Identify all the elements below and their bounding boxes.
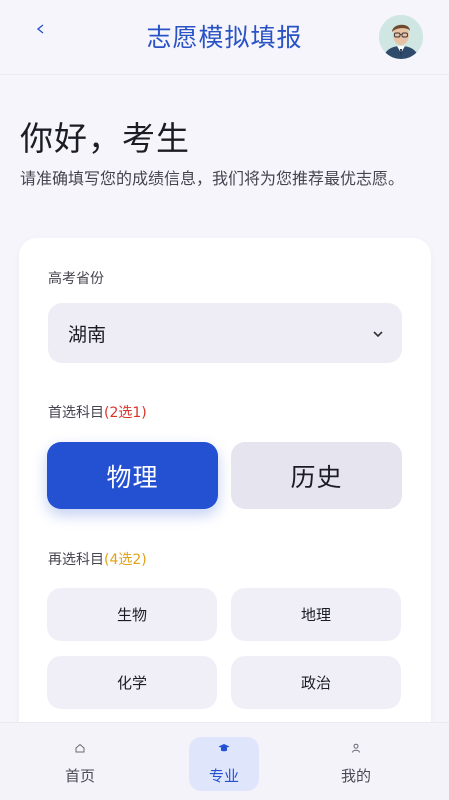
chevron-down-icon [370,325,386,341]
user-avatar-icon [379,15,423,59]
graduation-cap-icon [218,741,230,755]
avatar[interactable] [379,15,423,59]
secondary-subject-hint: (4选2) [104,552,147,568]
nav-item-profile[interactable]: 我的 [321,737,391,791]
primary-subject-label: 首选科目(2选1) [48,402,147,422]
subject-politics-button[interactable]: 政治 [231,656,401,709]
subject-history-button[interactable]: 历史 [231,442,402,509]
subject-physics-button[interactable]: 物理 [47,442,218,509]
nav-label-major: 专业 [208,767,239,785]
subject-chemistry-button[interactable]: 化学 [47,656,217,709]
province-value: 湖南 [68,323,107,346]
secondary-subject-label: 再选科目(4选2) [48,549,147,569]
nav-label-profile: 我的 [340,767,371,785]
user-icon [351,741,361,755]
province-label: 高考省份 [48,271,104,287]
app-header: 志愿模拟填报 [0,0,449,75]
greeting-title: 你好，考生 [20,119,190,158]
primary-subject-hint: (2选1) [104,405,147,421]
subject-biology-button[interactable]: 生物 [47,588,217,641]
home-icon [75,741,85,755]
bottom-nav: 首页 专业 我的 [0,722,449,800]
nav-item-major[interactable]: 专业 [189,737,259,791]
province-select[interactable]: 湖南 [48,303,402,363]
primary-subject-label-text: 首选科目 [48,405,104,421]
greeting-subtitle: 请准确填写您的成绩信息，我们将为您推荐最优志愿。 [20,169,405,188]
nav-label-home: 首页 [64,767,95,785]
subject-geography-button[interactable]: 地理 [231,588,401,641]
secondary-subject-label-text: 再选科目 [48,552,104,568]
nav-item-home[interactable]: 首页 [45,737,115,791]
